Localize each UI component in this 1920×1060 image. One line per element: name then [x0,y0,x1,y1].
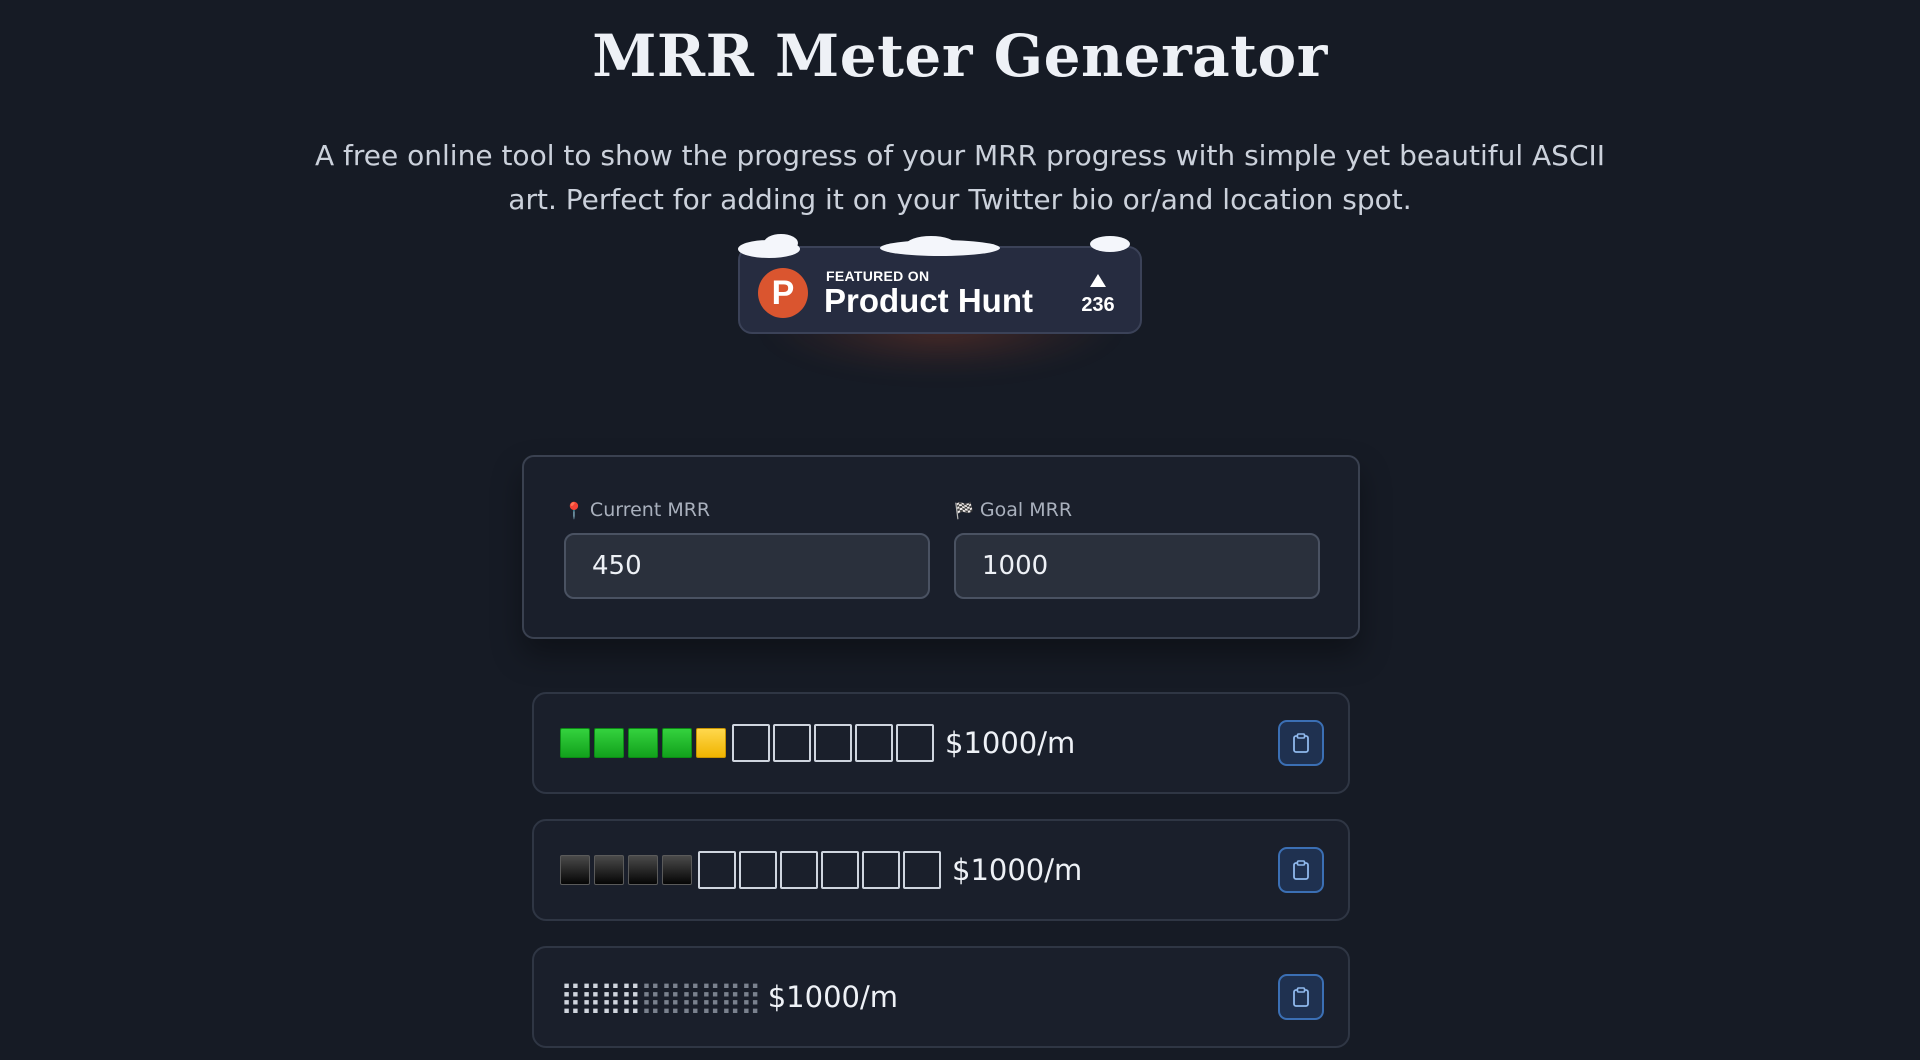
copy-button[interactable] [1278,720,1324,766]
meter-block-filled [594,728,624,758]
copy-button[interactable] [1278,974,1324,1020]
meter-amount: $1000/m [945,726,1076,760]
meter-block-filled [628,728,658,758]
meter-block-filled [594,855,624,885]
meter-amount: $1000/m [952,853,1083,887]
upvote-arrow-icon [1090,274,1106,287]
meter-block-empty [780,851,818,889]
copy-button[interactable] [1278,847,1324,893]
meter-block-filled [662,728,692,758]
badge-body: P FEATURED ON Product Hunt 236 [738,246,1142,334]
snow-decoration-icon [906,236,956,254]
goal-mrr-input[interactable] [954,533,1320,599]
meter-block-empty [903,851,941,889]
current-mrr-label: 📍 Current MRR [564,499,710,521]
meter-block-empty [732,724,770,762]
meter-block-empty [773,724,811,762]
meter-block-filled [560,855,590,885]
badge-product-name: Product Hunt [824,282,1033,319]
upvote-count: 236 [1081,294,1115,316]
current-mrr-input[interactable] [564,533,930,599]
page-title: MRR Meter Generator [592,22,1328,90]
checkered-flag-icon: 🏁 [954,501,974,520]
meter-preview: $1000/m [560,694,1075,792]
meter-row-black-squares: $1000/m [532,819,1350,921]
meter-block-empty [855,724,893,762]
product-hunt-logo-icon: P [758,268,808,318]
clipboard-icon [1293,987,1309,1007]
meter-braille-dots: ⣿⣿⣿⣿⣿⣿⣿⣿⣿⣿ [560,979,762,1015]
snow-decoration-icon [764,234,798,252]
clipboard-icon [1293,733,1309,753]
meter-block-empty [814,724,852,762]
meter-block-empty [739,851,777,889]
mrr-input-card: 📍 Current MRR 🏁 Goal MRR [522,455,1360,639]
meter-row-squares: $1000/m [532,692,1350,794]
meter-preview: ⣿⣿⣿⣿⣿⣿⣿⣿⣿⣿ $1000/m [560,948,898,1046]
goal-mrr-label: 🏁 Goal MRR [954,499,1072,521]
meter-block-empty [862,851,900,889]
current-mrr-label-text: Current MRR [589,499,711,521]
meter-block-filled [662,855,692,885]
meter-block-filled [628,855,658,885]
meter-block-empty [896,724,934,762]
goal-mrr-label-text: Goal MRR [979,499,1073,521]
meter-block-empty [821,851,859,889]
meter-preview: $1000/m [560,821,1082,919]
snow-decoration-icon [1090,236,1130,252]
meter-amount: $1000/m [767,980,899,1014]
meter-block-empty [698,851,736,889]
meter-block-partial [696,728,726,758]
pushpin-icon: 📍 [564,501,584,520]
meter-row-braille: ⣿⣿⣿⣿⣿⣿⣿⣿⣿⣿ $1000/m [532,946,1350,1048]
meter-block-filled [560,728,590,758]
page-subtitle: A free online tool to show the progress … [314,139,1606,216]
product-hunt-badge[interactable]: P FEATURED ON Product Hunt 236 [738,234,1144,376]
page: MRR Meter Generator A free online tool t… [0,0,1920,1060]
clipboard-icon [1293,860,1309,880]
